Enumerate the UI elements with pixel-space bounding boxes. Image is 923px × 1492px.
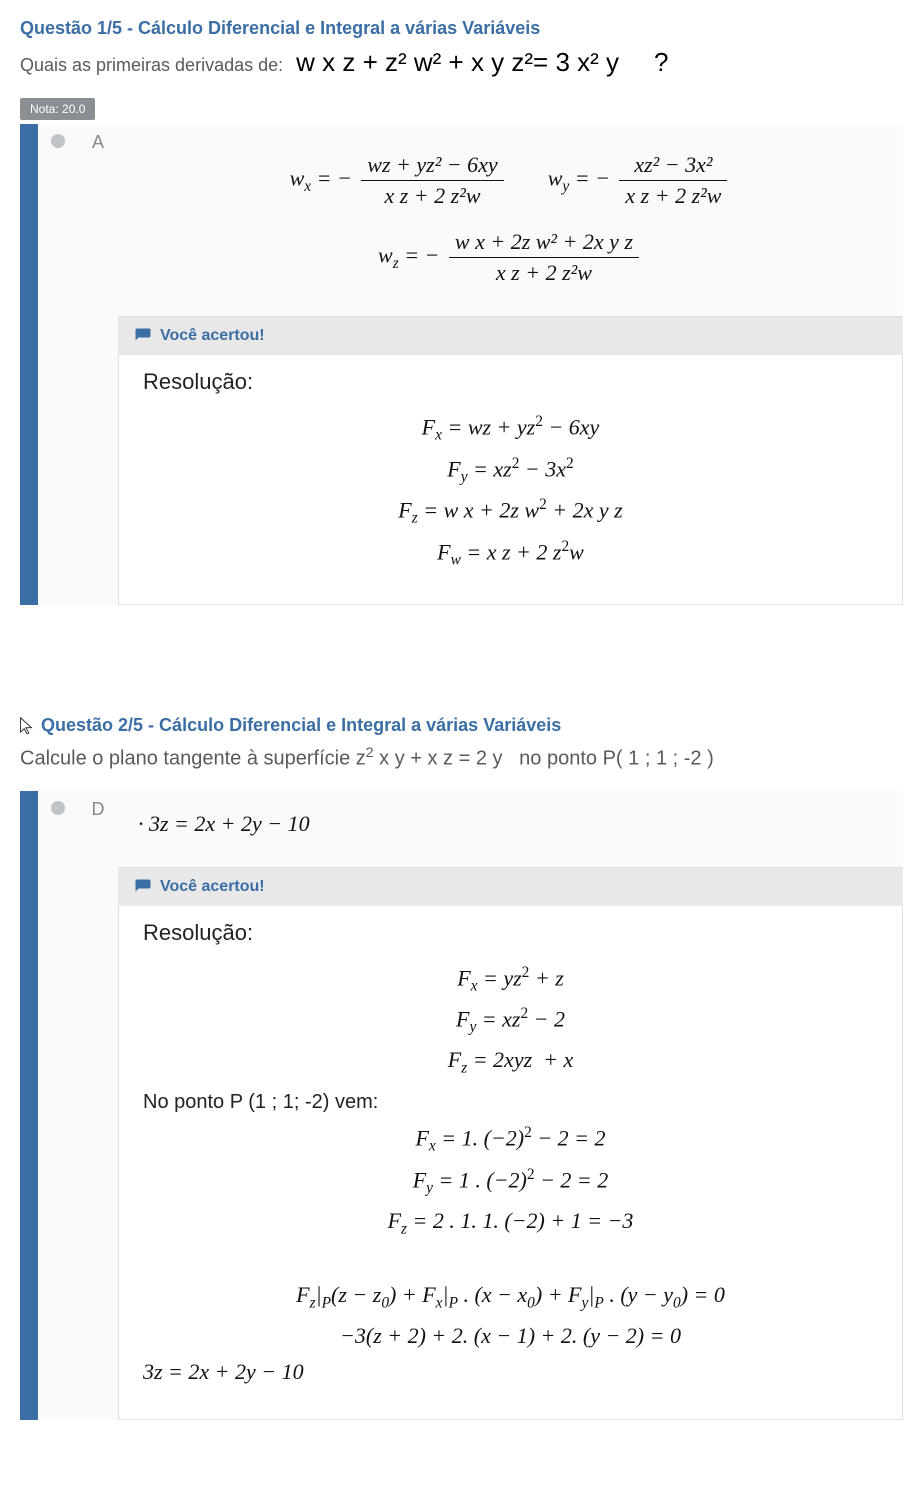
res-fz: Fz = w x + 2z w2 + 2x y z: [143, 496, 878, 528]
answer-block-q1: A wx = − wz + yz² − 6xy x z + 2 z²w wy =…: [20, 124, 903, 605]
q2-substituted: −3(z + 2) + 2. (x − 1) + 2. (y − 2) = 0: [143, 1323, 878, 1349]
wy-formula: wy = − xz² − 3x² x z + 2 z²w: [548, 152, 732, 209]
question-2-prompt: Calcule o plano tangente à superfície z2…: [20, 744, 903, 771]
comment-icon: [134, 327, 152, 345]
q2-title-text: Questão 2/5 - Cálculo Diferencial e Inte…: [41, 715, 561, 735]
wy-num: xz² − 3x²: [619, 152, 727, 181]
comment-icon: [134, 878, 152, 896]
q2-fxp: Fx = 1. (−2)2 − 2 = 2: [143, 1124, 878, 1156]
resolution-box-q2: Resolução: Fx = yz2 + z Fy = xz2 − 2 Fz …: [118, 906, 903, 1420]
feedback-text: Você acertou!: [160, 327, 265, 345]
prompt-prefix: Quais as primeiras derivadas de:: [20, 55, 283, 75]
res-fx: Fx = wz + yz2 − 6xy: [143, 413, 878, 445]
res-fy: Fy = xz2 − 3x2: [143, 455, 878, 487]
choice-body-q2: · 3z = 2x + 2y − 10: [118, 791, 903, 867]
choice-letter-q2: D: [78, 791, 118, 820]
wx-wy-row: wx = − wz + yz² − 6xy x z + 2 z²w wy = −…: [138, 142, 883, 219]
wx-den: x z + 2 z²w: [361, 181, 503, 209]
answer-block-q2: D · 3z = 2x + 2y − 10 Você acertou! Reso…: [20, 791, 903, 1420]
choice-row: A wx = − wz + yz² − 6xy x z + 2 z²w wy =…: [38, 124, 903, 316]
q2-answer: · 3z = 2x + 2y − 10: [138, 811, 883, 837]
question-1-prompt: Quais as primeiras derivadas de: w x z +…: [20, 47, 903, 78]
wy-den: x z + 2 z²w: [619, 181, 727, 209]
resolution-box-q1: Resolução: Fx = wz + yz2 − 6xy Fy = xz2 …: [118, 355, 903, 605]
q2-fz: Fz = 2xyz + x: [143, 1047, 878, 1077]
q2-plane-eq: Fz|P(z − z0) + Fx|P . (x − x0) + Fy|P . …: [143, 1282, 878, 1312]
wx-formula: wx = − wz + yz² − 6xy x z + 2 z²w: [290, 152, 508, 209]
res-fw: Fw = x z + 2 z2w: [143, 538, 878, 570]
wz-den: x z + 2 z²w: [449, 258, 639, 286]
feedback-bar-q1: Você acertou!: [118, 316, 903, 355]
choice-row-q2: D · 3z = 2x + 2y − 10: [38, 791, 903, 867]
prompt-suffix: ?: [654, 47, 668, 77]
q2-fx: Fx = yz2 + z: [143, 964, 878, 996]
wx-num: wz + yz² − 6xy: [361, 152, 503, 181]
radio-icon[interactable]: [51, 801, 65, 815]
radio-col-q2: [38, 791, 78, 815]
radio-col: [38, 124, 78, 148]
resolution-label: Resolução:: [143, 369, 878, 395]
question-2-title: Questão 2/5 - Cálculo Diferencial e Inte…: [20, 713, 903, 736]
radio-icon[interactable]: [51, 134, 65, 148]
wz-formula: wz = − w x + 2z w² + 2x y z x z + 2 z²w: [138, 229, 883, 286]
prompt-math: w x z + z² w² + x y z²= 3 x² y: [296, 47, 619, 77]
q2-fyp: Fy = 1 . (−2)2 − 2 = 2: [143, 1166, 878, 1198]
q2-fy: Fy = xz2 − 2: [143, 1005, 878, 1037]
wz-num: w x + 2z w² + 2x y z: [449, 229, 639, 258]
choice-body: wx = − wz + yz² − 6xy x z + 2 z²w wy = −…: [118, 124, 903, 316]
feedback-text-q2: Você acertou!: [160, 878, 265, 896]
question-1-title: Questão 1/5 - Cálculo Diferencial e Inte…: [20, 18, 903, 39]
cursor-icon: [18, 718, 39, 738]
q2-point-text: No ponto P (1 ; 1; -2) vem:: [143, 1091, 878, 1114]
feedback-bar-q2: Você acertou!: [118, 867, 903, 906]
q2-final: 3z = 2x + 2y − 10: [143, 1359, 878, 1385]
resolution-label-q2: Resolução:: [143, 920, 878, 946]
nota-badge: Nota: 20.0: [20, 98, 95, 120]
q2-fzp: Fz = 2 . 1. 1. (−2) + 1 = −3: [143, 1208, 878, 1238]
choice-letter: A: [78, 124, 118, 153]
